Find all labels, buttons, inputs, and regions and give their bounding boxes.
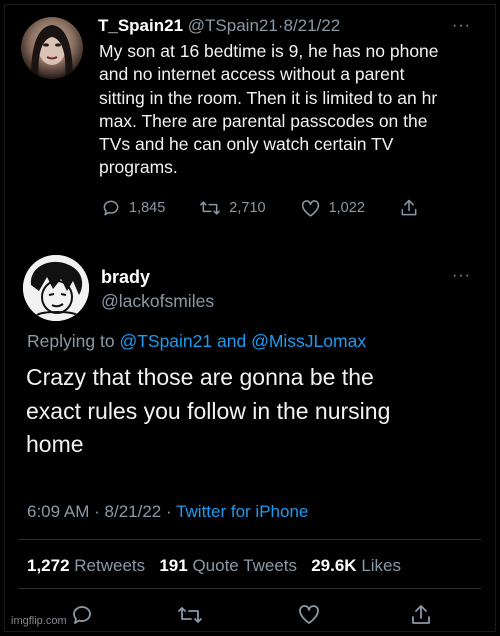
tweet-text-line: sitting in the room. Then it is limited … xyxy=(99,87,438,108)
retweets-label: Retweets xyxy=(74,556,146,575)
engagement-stats: 1,272 Retweets 191 Quote Tweets 29.6K Li… xyxy=(27,556,401,576)
retweet-button[interactable] xyxy=(177,603,203,632)
quotes-label: Quote Tweets xyxy=(192,556,298,575)
share-icon xyxy=(412,605,430,624)
user-avatar[interactable] xyxy=(21,17,83,79)
separator: · xyxy=(94,502,100,521)
retweet-icon xyxy=(200,201,221,215)
tweet-text-line: max. There are parental passcodes on the xyxy=(99,110,428,131)
retweets-stat[interactable]: 1,272 Retweets xyxy=(27,556,145,575)
replying-and[interactable]: and xyxy=(217,331,246,351)
tweet-thread: T_Spain21 @TSpain21·8/21/22 ··· My son a… xyxy=(4,4,496,632)
more-options-button[interactable]: ··· xyxy=(452,267,471,285)
user-handle[interactable]: @TSpain21 xyxy=(188,16,278,35)
like-icon xyxy=(299,605,319,624)
share-button[interactable] xyxy=(409,603,433,632)
watermark: imgflip.com xyxy=(11,615,67,627)
tweet-date[interactable]: 8/21/22 xyxy=(283,16,340,35)
tweet-text-line: exact rules you follow in the nursing xyxy=(26,397,391,424)
tweet-text: Crazy that those are gonna be the exact … xyxy=(26,361,486,462)
tweet-text-line: home xyxy=(26,431,84,457)
tweet-text-line: TVs and he can only watch certain TV xyxy=(99,134,394,155)
display-name[interactable]: T_Spain21 xyxy=(98,16,183,35)
tweet-text-line: Crazy that those are gonna be the xyxy=(26,364,374,390)
replying-to: Replying to @TSpain21 and @MissJLomax xyxy=(27,331,366,352)
separator: · xyxy=(165,502,172,521)
tweet-action-bar xyxy=(5,603,495,629)
reply-icon xyxy=(103,200,119,216)
tweet-text-line: programs. xyxy=(99,157,178,178)
user-avatar[interactable] xyxy=(23,255,89,321)
tweet-text: My son at 16 bedtime is 9, he has no pho… xyxy=(99,40,479,180)
likes-label: Likes xyxy=(361,556,401,575)
mention-link[interactable]: @MissJLomax xyxy=(251,331,366,351)
like-icon xyxy=(301,200,319,217)
avatar-drawing-icon xyxy=(23,255,89,321)
like-button[interactable]: 1,022 xyxy=(300,198,365,218)
avatar-portrait-icon xyxy=(31,25,73,79)
replying-prefix: Replying to xyxy=(27,331,115,351)
retweet-button[interactable]: 2,710 xyxy=(199,198,266,218)
quotes-stat[interactable]: 191 Quote Tweets xyxy=(159,556,297,575)
tweet-source[interactable]: Twitter for iPhone xyxy=(176,502,308,521)
share-button[interactable] xyxy=(399,198,419,218)
tweet-action-bar: 1,845 2,710 1,022 xyxy=(101,198,453,218)
share-icon xyxy=(401,199,417,216)
reply-icon xyxy=(73,606,91,624)
tweet-time[interactable]: 6:09 AM xyxy=(27,502,89,521)
tweet-text-line: and no internet access without a parent xyxy=(99,64,405,85)
likes-stat[interactable]: 29.6K Likes xyxy=(311,556,401,575)
mention-link[interactable]: @TSpain21 xyxy=(119,331,212,351)
quotes-count: 191 xyxy=(159,556,188,575)
tweet-date[interactable]: 8/21/22 xyxy=(105,502,162,521)
tweet-text-line: My son at 16 bedtime is 9, he has no pho… xyxy=(99,41,439,61)
tweet-meta: 6:09 AM · 8/21/22 · Twitter for iPhone xyxy=(27,502,308,522)
reply-count: 1,845 xyxy=(129,200,166,216)
display-name[interactable]: brady xyxy=(101,267,150,288)
like-button[interactable] xyxy=(297,603,321,630)
retweet-icon xyxy=(178,607,202,623)
reply-button[interactable]: 1,845 xyxy=(101,198,165,218)
user-handle[interactable]: @lackofsmiles xyxy=(101,291,214,312)
retweet-count: 2,710 xyxy=(229,200,266,216)
like-count: 1,022 xyxy=(328,200,365,216)
tweet-header: T_Spain21 @TSpain21·8/21/22 xyxy=(98,16,340,36)
reply-button[interactable] xyxy=(70,603,94,632)
more-options-button[interactable]: ··· xyxy=(452,17,471,35)
divider xyxy=(19,588,481,589)
likes-count: 29.6K xyxy=(311,556,357,575)
divider xyxy=(19,539,481,540)
retweets-count: 1,272 xyxy=(27,556,70,575)
